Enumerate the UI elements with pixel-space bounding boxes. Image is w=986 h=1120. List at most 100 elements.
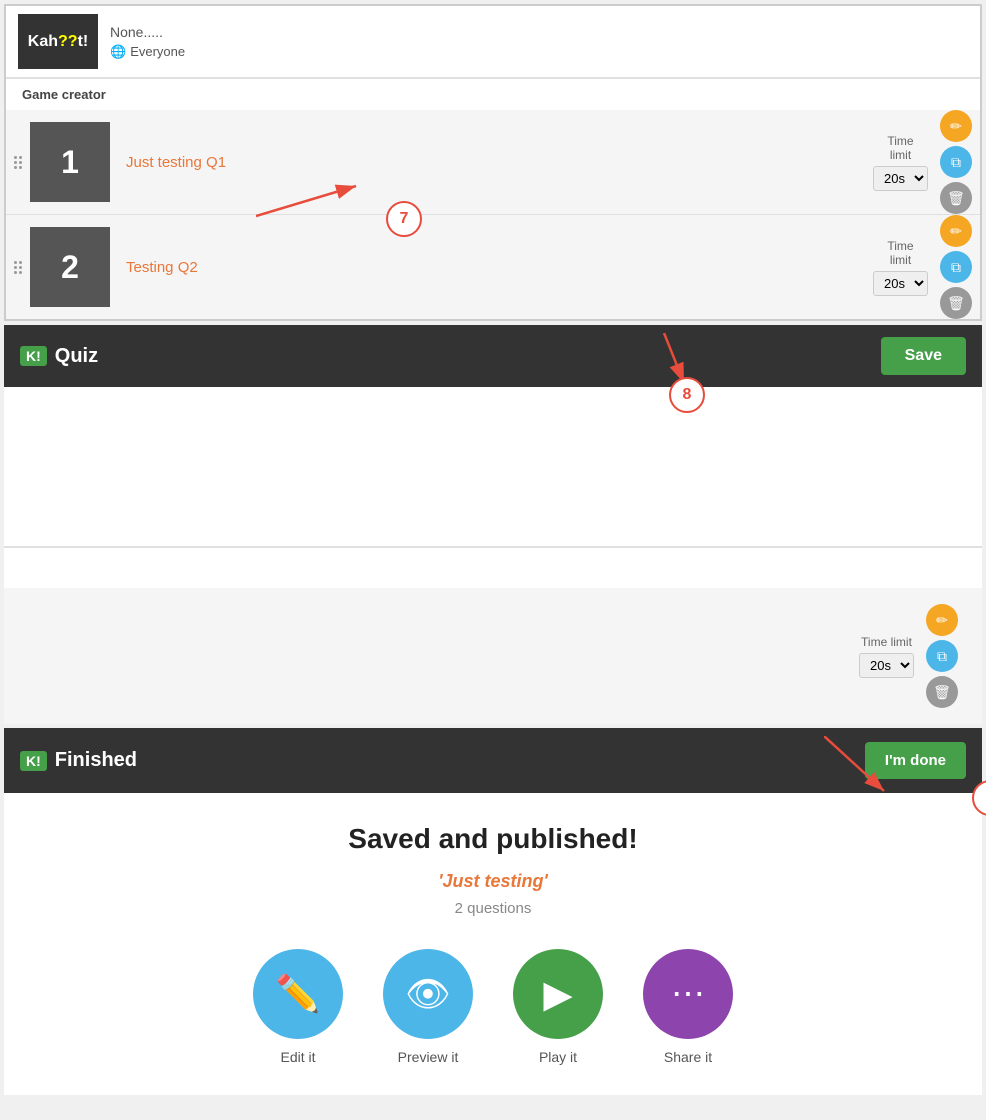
finished-title-text: Finished xyxy=(55,749,137,772)
drag-handle-2[interactable] xyxy=(6,245,30,290)
quiz-question-count: 2 questions xyxy=(24,900,962,917)
drag-dots-row xyxy=(14,161,22,164)
finished-header: K! Finished I'm done xyxy=(4,728,982,793)
drag-dots-row xyxy=(14,261,22,264)
game-creator-label: Game creator xyxy=(6,79,980,110)
drag-dot xyxy=(14,166,17,169)
drag-dot xyxy=(19,266,22,269)
section3-finished: 9 K! Finished I'm done Saved and publish… xyxy=(4,728,982,1095)
q1-number-box: 1 xyxy=(30,122,110,202)
q2-time-label: Time xyxy=(887,239,913,253)
callout-8: 8 xyxy=(669,377,705,413)
quiz-editor-header: K! Quiz Save xyxy=(4,325,982,387)
logo-text: Kah??t! xyxy=(28,33,88,51)
drag-dot xyxy=(14,266,17,269)
drag-dot xyxy=(19,166,22,169)
save-button[interactable]: Save xyxy=(881,337,966,375)
q1-title: Just testing Q1 xyxy=(110,154,873,171)
q1-time-label2: limit xyxy=(890,148,911,162)
play-it-button[interactable]: ▶ xyxy=(513,949,603,1039)
quiz-time-label: Time limit xyxy=(861,635,912,649)
share-it-button[interactable]: ⋯ xyxy=(643,949,733,1039)
quiz-name-label: 'Just testing' xyxy=(24,871,962,892)
q1-time-limit: Time limit 20s 5s 10s 30s 60s xyxy=(873,134,928,191)
play-action-item: ▶ Play it xyxy=(513,949,603,1065)
q1-time-select[interactable]: 20s 5s 10s 30s 60s xyxy=(873,166,928,191)
q1-time-label: Time xyxy=(887,134,913,148)
section1-quiz-list: 7 Kah??t! None..... 🌐 Everyone Game crea… xyxy=(4,4,982,321)
header-info: None..... 🌐 Everyone xyxy=(110,24,185,60)
quiz-edit-button[interactable]: ✏ xyxy=(926,604,958,636)
q2-time-select[interactable]: 20s 5s 10s 30s 60s xyxy=(873,271,928,296)
globe-icon: 🌐 xyxy=(110,44,126,60)
section2-panel: K! Quiz Save Time limit 20s 5s 10s 30s xyxy=(4,325,982,724)
question-row-2: 2 Testing Q2 Time limit 20s 5s 10s 30s 6… xyxy=(6,215,980,319)
preview-it-button[interactable]: 👁 xyxy=(383,949,473,1039)
kahoot-header: Kah??t! None..... 🌐 Everyone xyxy=(6,6,980,78)
drag-dots-row xyxy=(14,271,22,274)
preview-action-item: 👁 Preview it xyxy=(383,949,473,1065)
quiz-header-left: K! Quiz xyxy=(20,345,98,368)
logo-dots: ?? xyxy=(58,33,78,50)
question-row-1: 1 Just testing Q1 Time limit 20s 5s 10s … xyxy=(6,110,980,215)
quiz-header-title: Quiz xyxy=(55,345,98,368)
q2-title: Testing Q2 xyxy=(110,259,873,276)
drag-dots-row xyxy=(14,156,22,159)
drag-dot xyxy=(14,161,17,164)
quiz-content-area: Time limit 20s 5s 10s 30s 60s ✏ ⧉ 🗑 xyxy=(4,387,982,724)
pencil-icon: ✏️ xyxy=(276,973,321,1015)
share-icon: ⋯ xyxy=(671,974,705,1014)
preview-it-label: Preview it xyxy=(398,1049,459,1065)
drag-dot xyxy=(14,156,17,159)
q1-edit-button[interactable]: ✏ xyxy=(940,110,972,142)
drag-dot xyxy=(19,161,22,164)
share-it-label: Share it xyxy=(664,1049,712,1065)
finished-body: Saved and published! 'Just testing' 2 qu… xyxy=(4,793,982,1095)
drag-dot xyxy=(14,261,17,264)
quiz-question-bottom: Time limit 20s 5s 10s 30s 60s ✏ ⧉ 🗑 xyxy=(4,588,982,724)
q2-number-box: 2 xyxy=(30,227,110,307)
drag-dots-row xyxy=(14,166,22,169)
k-logo-quiz: K! xyxy=(20,346,47,366)
play-icon: ▶ xyxy=(543,972,572,1017)
share-action-item: ⋯ Share it xyxy=(643,949,733,1065)
q2-number: 2 xyxy=(61,249,79,286)
im-done-button[interactable]: I'm done xyxy=(865,742,966,779)
q2-actions: ✏ ⧉ 🗑 xyxy=(940,215,972,319)
q2-copy-button[interactable]: ⧉ xyxy=(940,251,972,283)
drag-dot xyxy=(19,271,22,274)
callout-7: 7 xyxy=(386,201,422,237)
quiz-time-limit: Time limit 20s 5s 10s 30s 60s xyxy=(859,635,914,678)
saved-published-title: Saved and published! xyxy=(24,823,962,855)
q2-time-label2: limit xyxy=(890,253,911,267)
k-logo-finished: K! xyxy=(20,751,47,771)
kahoot-logo: Kah??t! xyxy=(18,14,98,69)
edit-action-item: ✏️ Edit it xyxy=(253,949,343,1065)
drag-handle-1[interactable] xyxy=(6,140,30,185)
q2-time-limit: Time limit 20s 5s 10s 30s 60s xyxy=(873,239,928,296)
drag-dot xyxy=(14,271,17,274)
action-buttons-row: ✏️ Edit it 👁 Preview it ▶ Play it xyxy=(24,949,962,1065)
edit-it-button[interactable]: ✏️ xyxy=(253,949,343,1039)
section2-quiz-editor: 8 K! Quiz Save Time limit xyxy=(4,325,982,724)
quiz-q-actions: ✏ ⧉ 🗑 xyxy=(926,604,958,708)
q1-delete-button[interactable]: 🗑 xyxy=(940,182,972,214)
quiz-delete-button[interactable]: 🗑 xyxy=(926,676,958,708)
quiz-time-select[interactable]: 20s 5s 10s 30s 60s xyxy=(859,653,914,678)
q1-copy-button[interactable]: ⧉ xyxy=(940,146,972,178)
q2-edit-button[interactable]: ✏ xyxy=(940,215,972,247)
finished-panel: K! Finished I'm done Saved and published… xyxy=(4,728,982,1095)
header-none-label: None..... xyxy=(110,24,185,40)
eye-icon: 👁 xyxy=(405,973,451,1015)
quiz-copy-button[interactable]: ⧉ xyxy=(926,640,958,672)
drag-dots-row xyxy=(14,266,22,269)
q1-actions: ✏ ⧉ 🗑 xyxy=(940,110,972,214)
drag-dot xyxy=(19,156,22,159)
quiz-empty-question-area xyxy=(4,387,982,547)
edit-it-label: Edit it xyxy=(280,1049,315,1065)
header-everyone: 🌐 Everyone xyxy=(110,44,185,60)
drag-dot xyxy=(19,261,22,264)
q2-delete-button[interactable]: 🗑 xyxy=(940,287,972,319)
finished-title-left: K! Finished xyxy=(20,749,137,772)
play-it-label: Play it xyxy=(539,1049,577,1065)
